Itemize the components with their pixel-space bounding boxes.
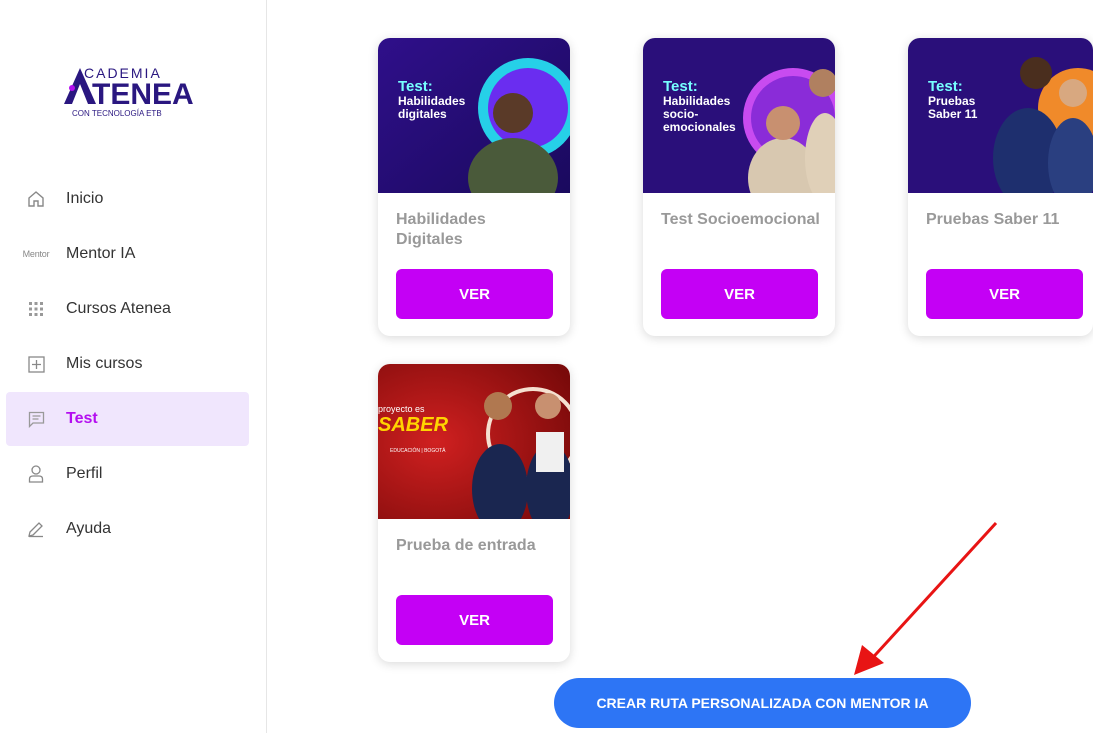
card-image-caption: Test: Habilidades digitales: [398, 78, 466, 121]
svg-text:TENEA: TENEA: [92, 78, 194, 111]
sidebar-item-label: Cursos Atenea: [66, 300, 171, 317]
crear-ruta-personalizada-button[interactable]: CREAR RUTA PERSONALIZADA CON MENTOR IA: [554, 678, 971, 728]
sidebar: CADEMIA TENEA CON TECNOLOGÍA ETB Inicio …: [0, 0, 267, 733]
sidebar-item-label: Inicio: [66, 190, 104, 207]
sidebar-item-cursos-atenea[interactable]: Cursos Atenea: [6, 282, 249, 336]
red-arrow-annotation: [854, 521, 998, 675]
ver-button[interactable]: VER: [396, 269, 553, 319]
card-image: proyecto es SABER EDUCACIÓN | BOGOTÁ: [378, 364, 570, 519]
sidebar-item-perfil[interactable]: Perfil: [6, 447, 249, 501]
ver-button[interactable]: VER: [926, 269, 1083, 319]
card-image-caption: proyecto es SABER EDUCACIÓN | BOGOTÁ: [378, 404, 449, 454]
card-image: Test: Pruebas Saber 11: [908, 38, 1093, 193]
pencil-icon: [6, 520, 66, 538]
sidebar-item-label: Mis cursos: [66, 355, 143, 372]
card-title: Pruebas Saber 11: [926, 211, 1060, 228]
card-image: Test: Habilidades socio-emocionales: [643, 38, 835, 193]
test-card-habilidades-digitales: Test: Habilidades digitales Habilidades …: [378, 38, 570, 336]
sidebar-item-ayuda[interactable]: Ayuda: [6, 502, 249, 556]
card-title: Test Socioemocional: [661, 211, 820, 228]
message-icon: [6, 411, 66, 428]
sidebar-item-label: Mentor IA: [66, 245, 136, 262]
mentor-icon: Mentor: [22, 249, 50, 259]
sidebar-item-label: Test: [66, 410, 98, 427]
svg-text:CON TECNOLOGÍA ETB: CON TECNOLOGÍA ETB: [72, 109, 162, 118]
academia-atenea-logo[interactable]: CADEMIA TENEA CON TECNOLOGÍA ETB: [50, 60, 210, 120]
test-card-prueba-de-entrada: proyecto es SABER EDUCACIÓN | BOGOTÁ Pru…: [378, 364, 570, 662]
sidebar-item-mis-cursos[interactable]: Mis cursos: [6, 337, 249, 391]
grid-icon: [6, 301, 66, 317]
card-image: Test: Habilidades digitales: [378, 38, 570, 193]
card-image-caption: Test: Pruebas Saber 11: [928, 78, 978, 121]
card-title: Habilidades Digitales: [396, 211, 486, 248]
sidebar-item-label: Perfil: [66, 465, 103, 482]
card-title: Prueba de entrada: [396, 537, 536, 554]
user-icon: [6, 465, 66, 483]
home-icon: [6, 190, 66, 208]
plus-square-icon: [6, 355, 66, 373]
ver-button[interactable]: VER: [396, 595, 553, 645]
card-image-caption: Test: Habilidades socio-emocionales: [663, 78, 736, 134]
sidebar-item-inicio[interactable]: Inicio: [6, 172, 249, 226]
sidebar-item-mentor-ia[interactable]: Mentor Mentor IA: [6, 227, 249, 281]
test-card-pruebas-saber-11: Test: Pruebas Saber 11 Pruebas Saber 11 …: [908, 38, 1093, 336]
sidebar-item-label: Ayuda: [66, 520, 112, 537]
test-card-socioemocional: Test: Habilidades socio-emocionales Test…: [643, 38, 835, 336]
sidebar-item-test[interactable]: Test: [6, 392, 249, 446]
ver-button[interactable]: VER: [661, 269, 818, 319]
